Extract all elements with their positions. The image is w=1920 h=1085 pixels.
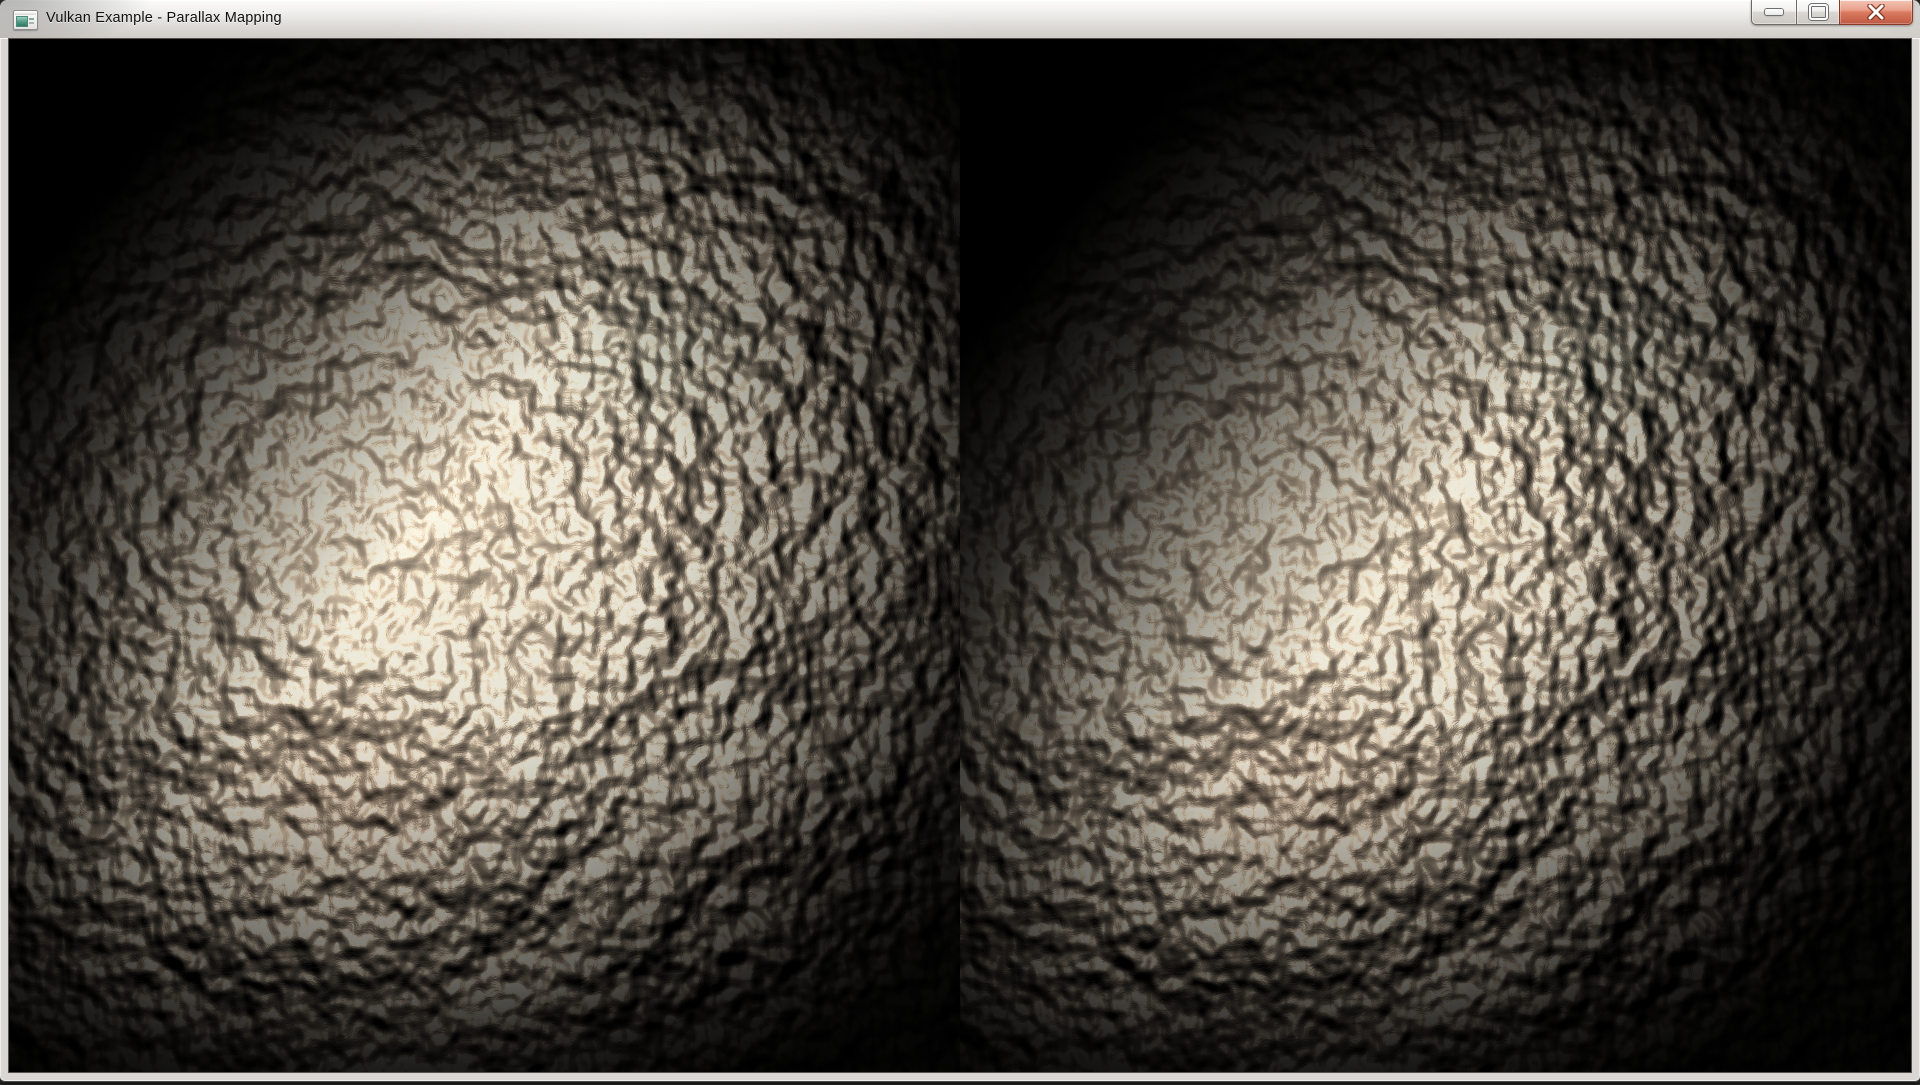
close-button[interactable] (1839, 0, 1913, 25)
render-viewport[interactable] (9, 39, 1911, 1072)
maximize-button[interactable] (1796, 0, 1840, 25)
app-icon-line (29, 22, 34, 24)
window-title: Vulkan Example - Parallax Mapping (46, 0, 282, 37)
close-x-icon (1866, 4, 1886, 20)
app-icon-titlebar (15, 12, 36, 15)
app-icon-line (29, 18, 34, 20)
maximize-box-icon (1809, 4, 1828, 20)
stone-wall-render-left (9, 39, 960, 1072)
stone-wall-render-right (960, 39, 1911, 1072)
app-icon-pane (16, 16, 28, 27)
titlebar[interactable]: Vulkan Example - Parallax Mapping (0, 0, 1920, 39)
app-window: Vulkan Example - Parallax Mapping (0, 0, 1920, 1081)
minimize-button[interactable] (1751, 0, 1797, 25)
render-view-right[interactable] (960, 39, 1911, 1072)
render-view-left[interactable] (9, 39, 960, 1072)
minimize-dash-icon (1765, 9, 1783, 15)
window-controls (1751, 0, 1913, 25)
application-window-icon[interactable] (13, 10, 38, 30)
